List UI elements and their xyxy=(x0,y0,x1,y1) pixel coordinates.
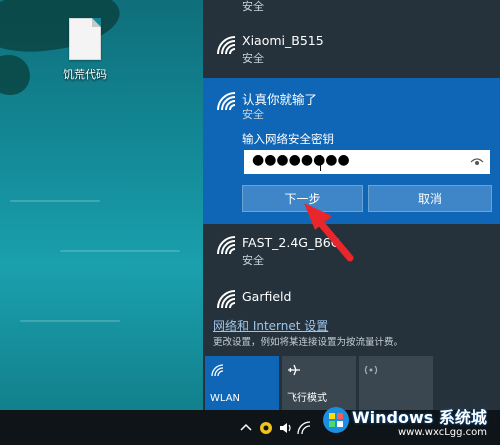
speaker-icon[interactable] xyxy=(278,420,294,436)
windows-logo xyxy=(323,407,349,433)
app-tray-icon[interactable] xyxy=(258,420,274,436)
annotation-arrow xyxy=(304,203,354,262)
watermark-url: www.wxcLgg.com xyxy=(398,427,488,438)
watermark: Windows 系统城 www.wxcLgg.com xyxy=(318,400,500,445)
chevron-up-icon[interactable] xyxy=(238,420,254,436)
network-tray-icon[interactable] xyxy=(296,420,312,436)
watermark-title: Windows 系统城 xyxy=(352,408,487,427)
